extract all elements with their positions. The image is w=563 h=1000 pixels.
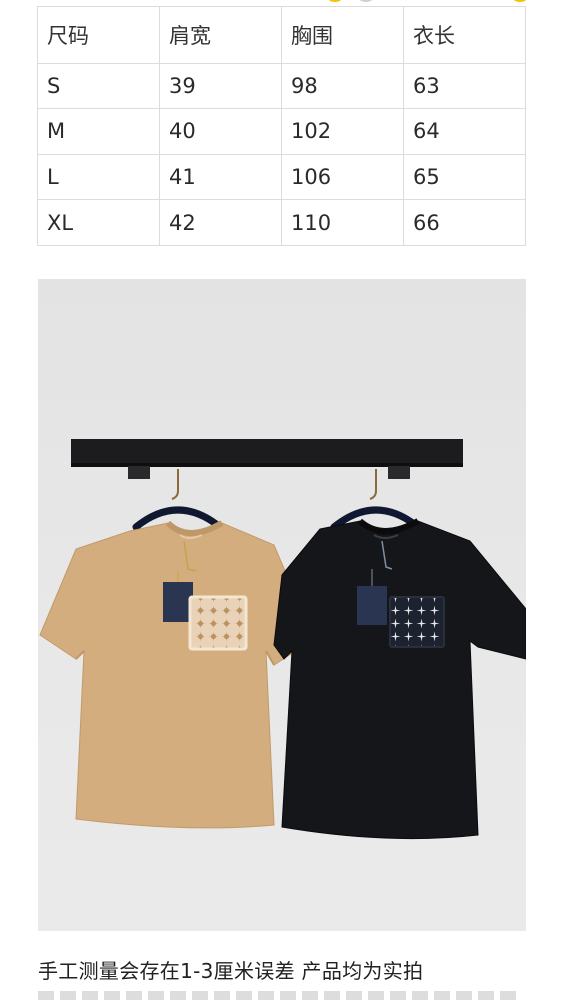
table-row: M 40 102 64	[37, 108, 526, 155]
table-cell: 40	[159, 108, 282, 155]
table-cell: 106	[281, 153, 404, 201]
tshirt-black	[273, 518, 526, 840]
top-partial-icons	[0, 0, 563, 2]
table-header-row: 尺码 肩宽 胸围 衣长	[37, 6, 526, 64]
clothing-rail	[71, 439, 463, 479]
table-row: XL 42 110 66	[37, 199, 526, 246]
table-cell: XL	[37, 199, 160, 246]
table-cell: 39	[159, 62, 282, 110]
header-cell: 肩宽	[159, 6, 282, 64]
table-row: S 39 98 63	[37, 62, 526, 110]
table-cell: 66	[403, 199, 526, 246]
product-photo[interactable]	[38, 279, 526, 931]
table-cell: 64	[403, 108, 526, 155]
table-cell: 98	[281, 62, 404, 110]
table-cell: 41	[159, 153, 282, 201]
table-cell: M	[37, 108, 160, 155]
table-cell: S	[37, 62, 160, 110]
size-chart-table: 尺码 肩宽 胸围 衣长 S 39 98 63 M 40 102 64 L 41 …	[37, 6, 526, 246]
emoji-icon	[357, 0, 375, 2]
table-cell: 65	[403, 153, 526, 201]
caption-next-line-cutoff	[38, 991, 518, 1000]
caption-text: 手工测量会存在1-3厘米误差 产品均为实拍	[38, 959, 424, 983]
product-photo-illustration	[39, 439, 526, 840]
table-cell: 42	[159, 199, 282, 246]
header-cell: 尺码	[37, 6, 160, 64]
table-cell: 102	[281, 108, 404, 155]
emoji-icon	[326, 0, 344, 2]
tshirt-camel	[39, 520, 315, 829]
header-cell: 胸围	[281, 6, 404, 64]
table-cell: L	[37, 153, 160, 201]
emoji-icon	[511, 0, 529, 2]
header-cell: 衣长	[403, 6, 526, 64]
table-cell: 63	[403, 62, 526, 110]
table-cell: 110	[281, 199, 404, 246]
table-row: L 41 106 65	[37, 153, 526, 201]
